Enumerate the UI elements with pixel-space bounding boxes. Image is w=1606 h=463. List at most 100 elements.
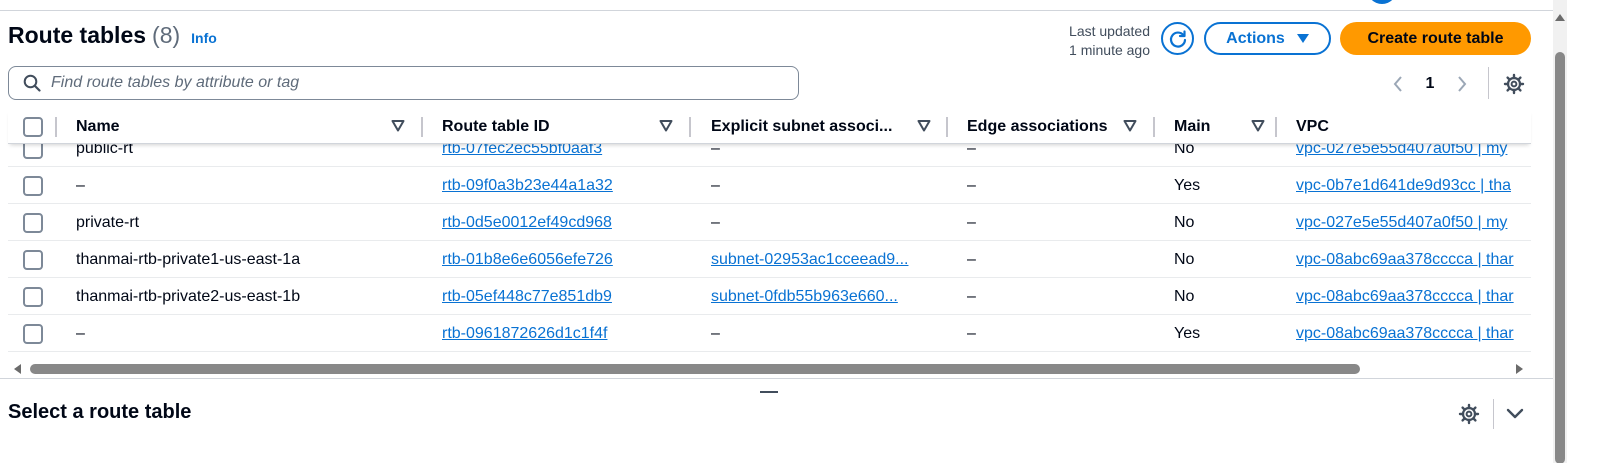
pagination: 1: [1386, 70, 1474, 98]
next-page-button[interactable]: [1450, 70, 1474, 98]
gear-icon: [1503, 73, 1525, 95]
scroll-right-arrow[interactable]: [1516, 364, 1523, 374]
account-avatar[interactable]: [1367, 0, 1397, 4]
table-row[interactable]: – rtb-0961872626d1c1f4f – – Yes vpc-08ab…: [8, 315, 1531, 352]
row-name: –: [76, 324, 85, 342]
split-panel-action-divider: [1493, 399, 1494, 429]
column-header-route-table-id[interactable]: Route table ID: [442, 110, 692, 144]
search-input[interactable]: [51, 74, 751, 92]
actions-label: Actions: [1226, 29, 1285, 47]
table-row[interactable]: thanmai-rtb-private1-us-east-1a rtb-01b8…: [8, 241, 1531, 278]
table-header: Name Route table ID Explicit subnet asso…: [8, 110, 1531, 144]
row-name: thanmai-rtb-private1-us-east-1a: [76, 250, 301, 268]
chevron-right-icon: [1458, 76, 1467, 92]
row-edge-association: –: [967, 287, 976, 305]
column-divider: [1275, 117, 1277, 137]
row-edge-association: –: [967, 213, 976, 231]
search-bar[interactable]: [8, 66, 799, 100]
row-edge-association: –: [967, 176, 976, 194]
row-select-cell: [23, 315, 43, 352]
table-preferences-button[interactable]: [1500, 70, 1528, 98]
row-main: No: [1174, 213, 1195, 231]
subnet-link[interactable]: subnet-02953ac1cceead9...: [711, 241, 936, 278]
collapse-panel-button[interactable]: [1502, 401, 1528, 427]
route-table-count: (8): [152, 22, 181, 48]
table-row[interactable]: – rtb-09f0a3b23e44a1a32 – – Yes vpc-0b7e…: [8, 167, 1531, 204]
row-main: No: [1174, 250, 1195, 268]
vpc-link[interactable]: vpc-027e5e55d407a0f50 | my: [1296, 204, 1531, 241]
column-header-label: Edge associations: [967, 118, 1108, 135]
info-link[interactable]: Info: [191, 30, 217, 46]
route-table-id-link[interactable]: rtb-09f0a3b23e44a1a32: [442, 167, 682, 204]
column-header-label: Name: [76, 118, 120, 135]
route-table-id-link[interactable]: rtb-05ef448c77e851db9: [442, 278, 682, 315]
chevron-down-icon: [1506, 408, 1524, 419]
last-updated-text: Last updated 1 minute ago: [1040, 22, 1150, 60]
row-name: private-rt: [76, 213, 140, 231]
column-header-vpc[interactable]: VPC: [1296, 110, 1526, 144]
route-table-id-link[interactable]: rtb-0961872626d1c1f4f: [442, 315, 682, 352]
scroll-left-arrow[interactable]: [14, 364, 21, 374]
row-checkbox[interactable]: [23, 175, 43, 196]
row-main: No: [1174, 287, 1195, 305]
row-checkbox[interactable]: [23, 323, 43, 344]
last-updated-time: 1 minute ago: [1069, 42, 1150, 58]
row-checkbox[interactable]: [23, 249, 43, 270]
sort-icon: [391, 120, 405, 132]
page-title: Route tables: [8, 22, 147, 48]
column-divider: [946, 117, 948, 137]
scroll-up-arrow[interactable]: [1555, 14, 1565, 21]
column-header-name[interactable]: Name: [76, 110, 416, 144]
current-page-number[interactable]: 1: [1410, 75, 1450, 93]
row-checkbox[interactable]: [23, 286, 43, 307]
row-select-cell: [23, 167, 43, 204]
column-header-main[interactable]: Main: [1174, 110, 1274, 144]
split-panel-preferences-button[interactable]: [1456, 401, 1482, 427]
row-select-cell: [23, 204, 43, 241]
vpc-link[interactable]: vpc-08abc69aa378cccca | thar: [1296, 315, 1531, 352]
row-checkbox[interactable]: [23, 212, 43, 233]
vertical-scroll-thumb[interactable]: [1555, 52, 1565, 463]
create-route-table-button[interactable]: Create route table: [1340, 22, 1531, 55]
route-table-id-link[interactable]: rtb-0d5e0012ef49cd968: [442, 204, 682, 241]
table-row[interactable]: private-rt rtb-0d5e0012ef49cd968 – – No …: [8, 204, 1531, 241]
row-subnet-association: –: [711, 324, 720, 342]
horizontal-scrollbar[interactable]: [8, 362, 1531, 376]
sort-icon: [1123, 120, 1137, 132]
column-divider: [55, 117, 57, 137]
vpc-link[interactable]: vpc-08abc69aa378cccca | thar: [1296, 241, 1531, 278]
column-header-label: Explicit subnet associ...: [711, 118, 893, 135]
row-name: thanmai-rtb-private2-us-east-1b: [76, 287, 301, 305]
details-panel-title: Select a route table: [8, 401, 192, 423]
split-panel-divider: [0, 378, 1553, 379]
column-divider: [421, 117, 423, 137]
actions-button[interactable]: Actions: [1204, 22, 1331, 55]
column-header-explicit-subnet[interactable]: Explicit subnet associ...: [711, 110, 951, 144]
subnet-link[interactable]: subnet-0fdb55b963e660...: [711, 278, 936, 315]
last-updated-label: Last updated: [1069, 23, 1150, 39]
caret-down-icon: [1296, 33, 1309, 43]
horizontal-scroll-thumb[interactable]: [30, 364, 1360, 374]
refresh-icon: [1169, 29, 1186, 48]
table-body: public-rt rtb-07fec2ec55bf0aaf3 – – No v…: [8, 130, 1531, 356]
row-main: Yes: [1174, 324, 1201, 342]
vpc-link[interactable]: vpc-08abc69aa378cccca | thar: [1296, 278, 1531, 315]
refresh-button[interactable]: [1161, 22, 1194, 55]
row-subnet-association: –: [711, 176, 720, 194]
row-edge-association: –: [967, 250, 976, 268]
gear-icon: [1458, 403, 1480, 425]
route-table-id-link[interactable]: rtb-01b8e6e6056efe726: [442, 241, 682, 278]
vertical-scrollbar[interactable]: [1553, 0, 1567, 463]
pagination-divider: [1488, 67, 1489, 99]
column-divider: [1153, 117, 1155, 137]
column-header-edge-associations[interactable]: Edge associations: [967, 110, 1157, 144]
sort-icon: [917, 120, 931, 132]
select-all-checkbox[interactable]: [23, 117, 43, 137]
previous-page-button[interactable]: [1386, 70, 1410, 98]
split-panel-resize-handle[interactable]: [760, 391, 778, 393]
row-name: –: [76, 176, 85, 194]
top-divider: [0, 10, 1553, 11]
vpc-link[interactable]: vpc-0b7e1d641de9d93cc | tha: [1296, 167, 1531, 204]
chevron-left-icon: [1393, 76, 1402, 92]
table-row[interactable]: thanmai-rtb-private2-us-east-1b rtb-05ef…: [8, 278, 1531, 315]
